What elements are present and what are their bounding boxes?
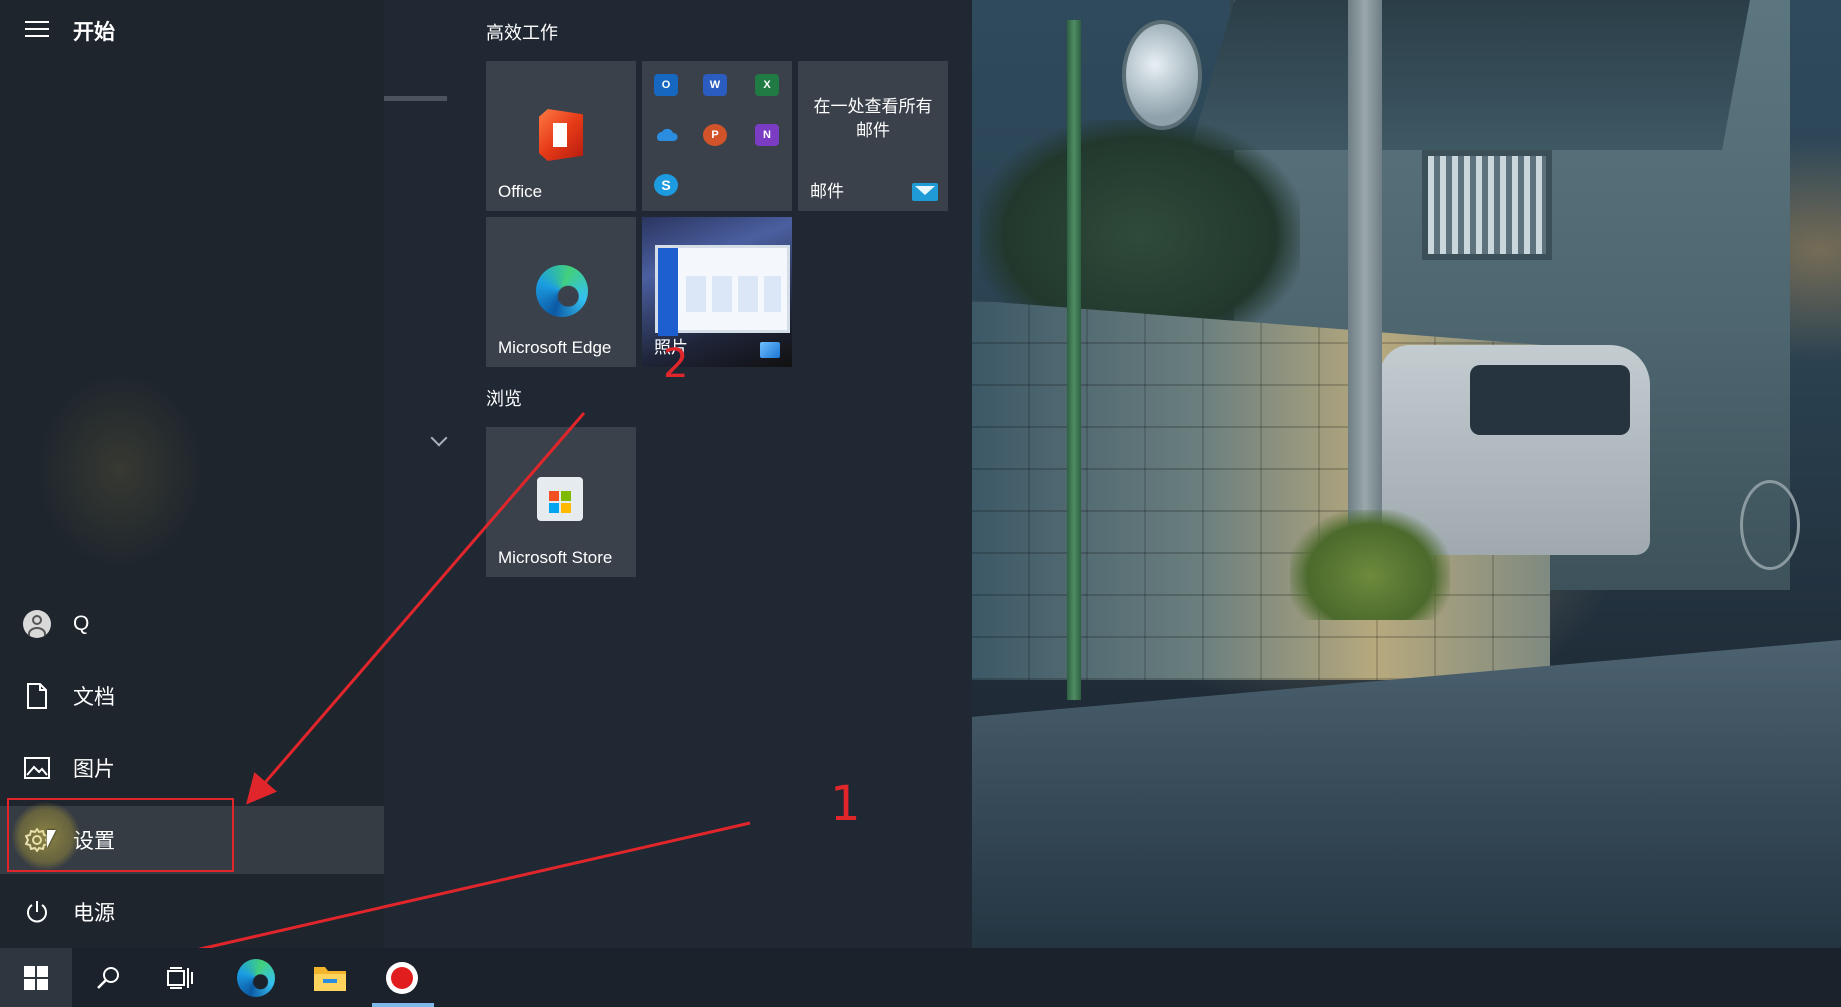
- start-button[interactable]: [0, 948, 72, 1007]
- search-button[interactable]: [72, 948, 144, 1007]
- file-explorer-icon: [314, 966, 346, 991]
- recorder-active-indicator: [372, 1003, 434, 1007]
- windows-start-icon: [24, 965, 48, 990]
- search-icon: [97, 966, 119, 989]
- taskbar-edge-button[interactable]: [220, 948, 292, 1007]
- arrow-to-settings: [246, 412, 586, 805]
- taskbar-recorder-button[interactable]: [366, 948, 438, 1007]
- annotation-step-1: 1: [830, 776, 861, 832]
- recorder-icon: [386, 961, 418, 994]
- taskbar-file-explorer-button[interactable]: [294, 948, 366, 1007]
- task-view-button[interactable]: [144, 948, 216, 1007]
- taskbar: [0, 948, 1841, 1007]
- edge-icon: [237, 958, 275, 997]
- task-view-icon: [167, 966, 193, 989]
- annotation-step-2: 2: [663, 341, 689, 387]
- annotation-arrows: [94, 412, 751, 982]
